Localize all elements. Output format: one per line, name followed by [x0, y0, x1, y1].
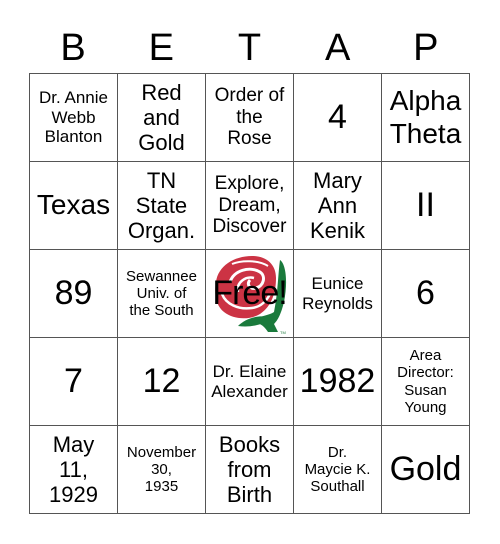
bingo-header: B E T A P	[29, 24, 470, 72]
bingo-cell[interactable]: 12	[118, 338, 206, 426]
cell-text: II	[416, 185, 435, 224]
cell-text: Area Director: Susan Young	[397, 347, 454, 416]
bingo-cell[interactable]: 89	[30, 250, 118, 338]
trademark-mark: TM	[280, 330, 286, 335]
bingo-cell[interactable]: Eunice Reynolds	[294, 250, 382, 338]
header-letter-e: E	[148, 27, 174, 69]
bingo-cell[interactable]: November 30, 1935	[118, 426, 206, 514]
bingo-cell[interactable]: 4	[294, 74, 382, 162]
bingo-cell[interactable]: Alpha Theta	[382, 74, 470, 162]
free-space-cell[interactable]: TM Free!	[206, 250, 294, 338]
bingo-cell[interactable]: 6	[382, 250, 470, 338]
cell-text: 89	[54, 273, 93, 312]
cell-text: Dr. Annie Webb Blanton	[39, 88, 108, 147]
cell-text: Books from Birth	[218, 431, 281, 508]
bingo-cell[interactable]: 1982	[294, 338, 382, 426]
bingo-cell[interactable]: Explore, Dream, Discover	[206, 162, 294, 250]
cell-text: Alpha Theta	[389, 85, 462, 149]
cell-text: Dr. Elaine Alexander	[211, 361, 288, 401]
bingo-cell[interactable]: II	[382, 162, 470, 250]
bingo-cell[interactable]: Area Director: Susan Young	[382, 338, 470, 426]
bingo-cell[interactable]: Dr. Maycie K. Southall	[294, 426, 382, 514]
cell-text: Texas	[36, 189, 111, 221]
cell-text: TN State Organ.	[127, 167, 196, 244]
bingo-cell[interactable]: Dr. Annie Webb Blanton	[30, 74, 118, 162]
cell-text: Order of the Rose	[214, 84, 285, 150]
bingo-cell[interactable]: May 11, 1929	[30, 426, 118, 514]
bingo-cell[interactable]: 7	[30, 338, 118, 426]
cell-text: November 30, 1935	[126, 443, 197, 496]
cell-text: Mary Ann Kenik	[309, 167, 366, 244]
header-letter-p: P	[413, 27, 439, 69]
header-letter-t: T	[237, 27, 262, 69]
bingo-cell[interactable]: Sewannee Univ. of the South	[118, 250, 206, 338]
bingo-grid: Dr. Annie Webb Blanton Red and Gold Orde…	[29, 73, 470, 514]
bingo-cell[interactable]: Dr. Elaine Alexander	[206, 338, 294, 426]
bingo-cell[interactable]: Red and Gold	[118, 74, 206, 162]
header-letter-a: A	[324, 27, 351, 69]
cell-text: 12	[142, 361, 181, 400]
bingo-cell[interactable]: Books from Birth	[206, 426, 294, 514]
cell-text: Dr. Maycie K. Southall	[304, 443, 371, 496]
cell-text: 1982	[299, 361, 376, 400]
cell-text: Sewannee Univ. of the South	[126, 267, 197, 320]
cell-text: 6	[416, 273, 435, 312]
bingo-cell[interactable]: Order of the Rose	[206, 74, 294, 162]
bingo-cell[interactable]: Texas	[30, 162, 118, 250]
bingo-cell[interactable]: Mary Ann Kenik	[294, 162, 382, 250]
cell-text: Explore, Dream, Discover	[212, 172, 287, 238]
cell-text: Gold	[389, 449, 462, 488]
bingo-cell[interactable]: Gold	[382, 426, 470, 514]
header-letter-b: B	[60, 27, 86, 69]
cell-text: 7	[64, 361, 83, 400]
bingo-cell[interactable]: TN State Organ.	[118, 162, 206, 250]
free-space-label: Free!	[212, 273, 287, 312]
cell-text: 4	[328, 97, 347, 136]
cell-text: Red and Gold	[138, 79, 185, 156]
cell-text: Eunice Reynolds	[302, 273, 373, 313]
cell-text: May 11, 1929	[49, 431, 98, 508]
